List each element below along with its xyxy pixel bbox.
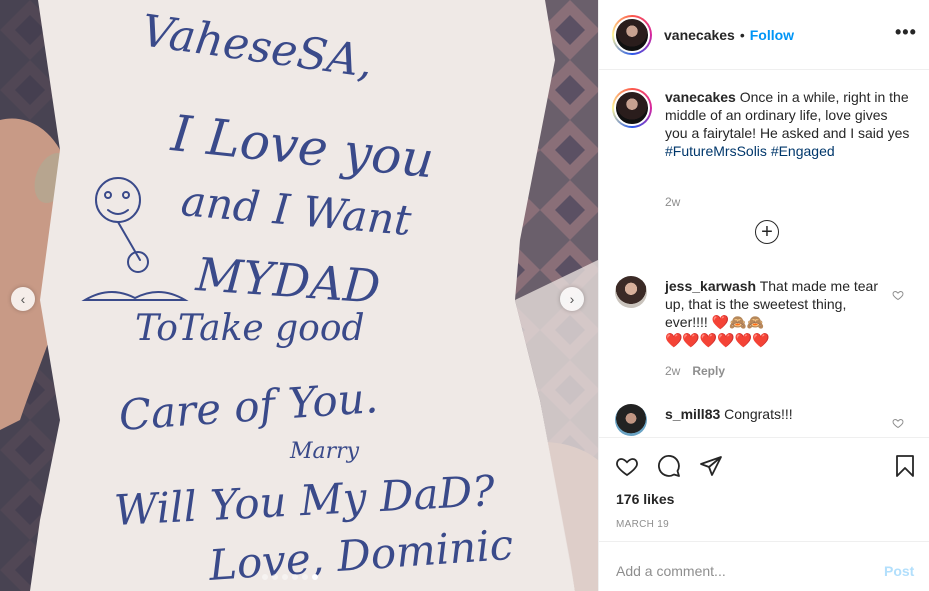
comment-input[interactable]: Add a comment... [616, 563, 726, 579]
carousel-dot-active [312, 574, 318, 580]
bookmark-icon[interactable] [893, 454, 917, 483]
post-date[interactable]: MARCH 19 [616, 519, 669, 530]
carousel-dot [272, 574, 278, 580]
svg-text:ToTake good: ToTake good [135, 308, 365, 349]
carousel-dot [292, 574, 298, 580]
chevron-left-icon[interactable]: ‹ [11, 287, 35, 311]
more-icon[interactable]: ••• [895, 22, 917, 43]
reply-button[interactable]: Reply [692, 364, 725, 378]
follow-button[interactable]: Follow [750, 27, 794, 43]
commenter-avatar[interactable] [615, 404, 647, 436]
hashtag-link[interactable]: #FutureMrsSolis [665, 143, 767, 159]
share-icon[interactable] [699, 454, 723, 478]
post-actions: 176 likes MARCH 19 [599, 437, 929, 541]
comment-emoji: ❤️❤️❤️❤️❤️❤️ [665, 332, 770, 348]
heart-icon[interactable] [892, 289, 904, 301]
instagram-post: VaheseSA, I Love you and I Want MYDAD To… [0, 0, 929, 591]
header-username[interactable]: vanecakes [664, 27, 735, 43]
header-separator: • [739, 26, 745, 43]
caption-time[interactable]: 2w [665, 195, 680, 209]
add-comment-bar: Add a comment... Post [599, 541, 929, 591]
hashtag-link[interactable]: #Engaged [771, 143, 835, 159]
caption-avatar[interactable] [612, 88, 652, 128]
carousel-dot [302, 574, 308, 580]
carousel-dots [262, 574, 318, 580]
post-header: vanecakes • Follow ••• [599, 0, 929, 70]
caption-username[interactable]: vanecakes [665, 89, 736, 105]
post-photo[interactable]: VaheseSA, I Love you and I Want MYDAD To… [0, 0, 598, 591]
post-side-panel: vanecakes • Follow ••• vanecakes Once in… [598, 0, 929, 591]
letter-photo-image: VaheseSA, I Love you and I Want MYDAD To… [0, 0, 598, 591]
avatar[interactable] [612, 14, 652, 55]
carousel-dot [262, 574, 268, 580]
caption-text: vanecakes Once in a while, right in the … [665, 88, 910, 160]
heart-icon[interactable] [615, 454, 639, 478]
action-icons [615, 454, 723, 478]
comment-text: jess_karwash That made me tear up, that … [665, 277, 885, 349]
plus-circle-icon[interactable]: + [755, 220, 779, 244]
comment-text: s_mill83 Congrats!!! [665, 405, 885, 423]
comment-icon[interactable] [657, 454, 681, 478]
post-button[interactable]: Post [884, 563, 914, 579]
carousel-dot [282, 574, 288, 580]
commenter-avatar[interactable] [615, 276, 647, 308]
chevron-right-icon[interactable]: › [560, 287, 584, 311]
heart-icon[interactable] [892, 417, 904, 429]
comments-list[interactable]: vanecakes Once in a while, right in the … [599, 71, 929, 436]
comment-body: Congrats!!! [724, 406, 793, 422]
comment-username[interactable]: jess_karwash [665, 278, 756, 294]
likes-count[interactable]: 176 likes [616, 491, 674, 507]
comment-meta: 2w Reply [665, 364, 725, 378]
comment-emoji: ❤️🙈🙈 [711, 314, 764, 330]
comment-username[interactable]: s_mill83 [665, 406, 720, 422]
svg-text:Marry: Marry [289, 439, 360, 464]
comment-time[interactable]: 2w [665, 364, 680, 378]
